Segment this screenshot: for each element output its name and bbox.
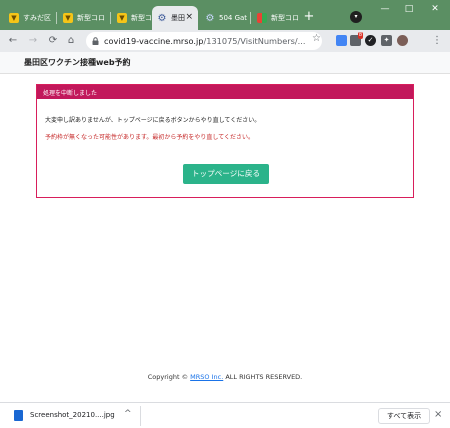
tab-separator: [110, 12, 111, 24]
copyright-prefix: Copyright ©: [147, 373, 191, 381]
browser-menu-button[interactable]: ⋮: [430, 34, 444, 48]
url-path: /131075/VisitNumbers/...: [203, 36, 306, 46]
tab-sumida[interactable]: ▼ すみだ区: [4, 6, 54, 30]
tab-separator: [250, 12, 251, 24]
site-header: 墨田区ワクチン接種web予約: [0, 52, 450, 74]
company-link[interactable]: MRSO Inc.: [190, 373, 223, 381]
lock-icon: [92, 37, 99, 45]
error-card: 処理を中断しました 大変申し訳ありませんが、トップページに戻るボタンからやり直し…: [36, 84, 414, 198]
shield-check-icon[interactable]: ✓: [365, 35, 376, 46]
tab-sumida-active[interactable]: ⚙ 墨田 ×: [152, 6, 198, 30]
tab-504-gateway[interactable]: ⚙ 504 Gat: [200, 6, 248, 30]
chevron-up-icon[interactable]: ^: [124, 409, 132, 419]
forward-button[interactable]: →: [26, 34, 40, 48]
browser-toolbar: ← → ⟳ ⌂ covid19-vaccine.mrso.jp/131075/V…: [0, 30, 450, 52]
tab-covid-3[interactable]: 新型コロ: [252, 6, 298, 30]
yellow-bookmark-icon: ▼: [63, 13, 73, 23]
copyright-footer: Copyright © MRSO Inc. ALL RIGHTS RESERVE…: [0, 373, 450, 381]
gear-icon: ⚙: [157, 12, 167, 24]
extension-icon[interactable]: [336, 35, 347, 46]
copyright-suffix: ALL RIGHTS RESERVED.: [223, 373, 303, 381]
tab-label: 504 Gat: [219, 14, 248, 22]
download-filename[interactable]: Screenshot_20210....jpg: [30, 411, 115, 419]
extension-badge: 8: [357, 32, 363, 39]
new-tab-button[interactable]: +: [302, 10, 316, 24]
home-button[interactable]: ⌂: [64, 34, 78, 48]
error-heading: 処理を中断しました: [43, 90, 98, 97]
error-card-header: 処理を中断しました: [37, 85, 413, 99]
bookmark-star-icon[interactable]: ☆: [312, 33, 321, 44]
extension-badge-icon[interactable]: 8: [350, 32, 363, 46]
back-button[interactable]: ←: [6, 34, 20, 48]
back-to-top-button[interactable]: トップページに戻る: [183, 164, 269, 184]
tab-covid-1[interactable]: ▼ 新型コロ: [58, 6, 108, 30]
site-title[interactable]: 墨田区ワクチン接種web予約: [24, 57, 131, 68]
tab-label: 墨田: [171, 14, 185, 22]
yellow-bookmark-icon: ▼: [9, 13, 19, 23]
tab-label: すみだ区: [23, 14, 51, 22]
tab-separator: [56, 12, 57, 24]
show-all-button[interactable]: すべて表示: [378, 408, 430, 424]
close-window-button[interactable]: ✕: [428, 4, 442, 14]
divider: [140, 406, 141, 426]
tab-label: 新型コロ: [271, 14, 298, 22]
browser-tab-strip: ▼ すみだ区 ▼ 新型コロ ▼ 新型コロ ⚙ 墨田 × ⚙ 504 Gat 新型…: [0, 0, 450, 30]
maximize-button[interactable]: □: [402, 4, 416, 14]
image-file-icon: [14, 410, 23, 421]
error-message: 大変申し訳ありませんが、トップページに戻るボタンからやり直してください。: [45, 117, 261, 124]
close-tab-icon[interactable]: ×: [185, 12, 193, 22]
download-shelf: Screenshot_20210....jpg ^ すべて表示 ×: [0, 402, 450, 428]
minimize-button[interactable]: —: [378, 4, 392, 14]
error-warning: 予約枠が無くなった可能性があります。最初から予約をやり直してください。: [45, 134, 255, 141]
gear-icon: ⚙: [205, 12, 215, 24]
yellow-bookmark-icon: ▼: [117, 13, 127, 23]
reload-button[interactable]: ⟳: [46, 34, 60, 48]
address-bar[interactable]: covid19-vaccine.mrso.jp/131075/VisitNumb…: [86, 32, 322, 50]
multicolor-icon: [257, 13, 267, 23]
profile-avatar[interactable]: [397, 35, 408, 46]
puzzle-extensions-icon[interactable]: ✦: [381, 35, 392, 46]
tab-label: 新型コロ: [77, 14, 105, 22]
close-shelf-icon[interactable]: ×: [434, 409, 442, 420]
tab-search-button[interactable]: ▾: [350, 11, 362, 23]
url-domain: covid19-vaccine.mrso.jp: [104, 36, 204, 46]
